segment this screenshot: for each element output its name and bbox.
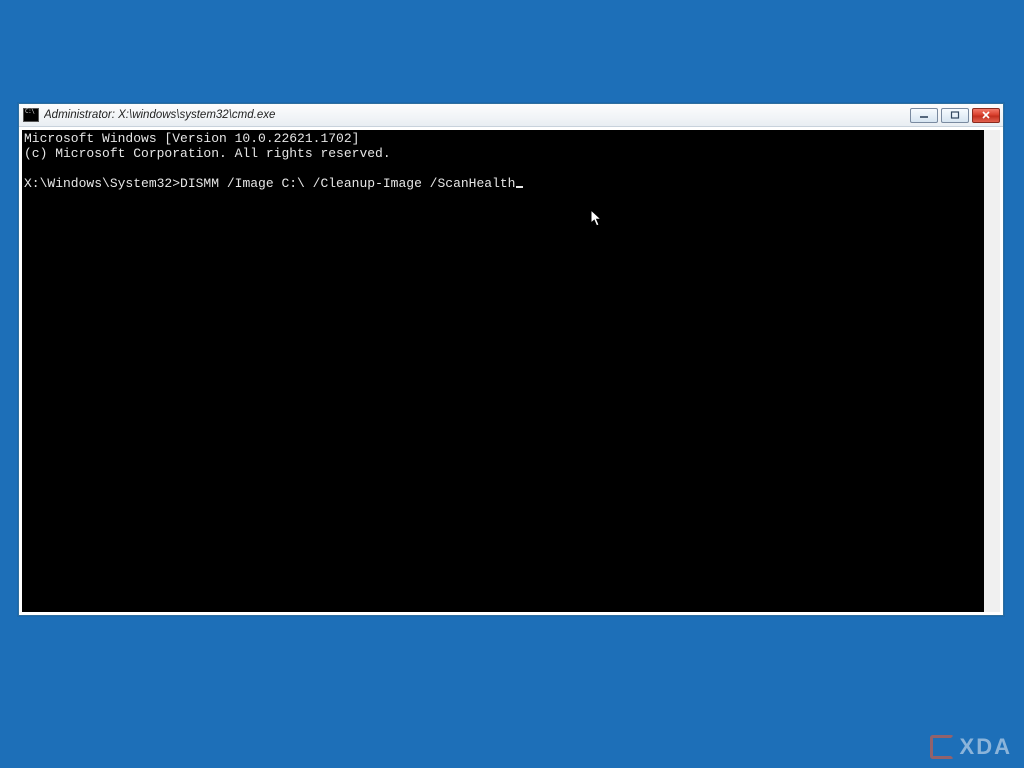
console-line: Microsoft Windows [Version 10.0.22621.17… xyxy=(24,131,359,146)
close-button[interactable] xyxy=(972,108,1000,123)
maximize-button[interactable] xyxy=(941,108,969,123)
cmd-window: Administrator: X:\windows\system32\cmd.e… xyxy=(18,103,1004,616)
titlebar[interactable]: Administrator: X:\windows\system32\cmd.e… xyxy=(19,104,1003,127)
minimize-button[interactable] xyxy=(910,108,938,123)
window-controls xyxy=(910,108,1000,123)
cmd-icon xyxy=(23,108,39,122)
text-cursor xyxy=(516,186,523,188)
console-output[interactable]: Microsoft Windows [Version 10.0.22621.17… xyxy=(22,130,1000,612)
xda-watermark: XDA xyxy=(930,734,1012,760)
window-title: Administrator: X:\windows\system32\cmd.e… xyxy=(44,109,910,121)
console-line: (c) Microsoft Corporation. All rights re… xyxy=(24,146,391,161)
client-area: Microsoft Windows [Version 10.0.22621.17… xyxy=(19,127,1003,615)
xda-logo-icon xyxy=(930,735,954,759)
console-prompt: X:\Windows\System32> xyxy=(24,176,180,191)
console-command: DISMM /Image C:\ /Cleanup-Image /ScanHea… xyxy=(180,176,515,191)
watermark-text: XDA xyxy=(960,734,1012,760)
